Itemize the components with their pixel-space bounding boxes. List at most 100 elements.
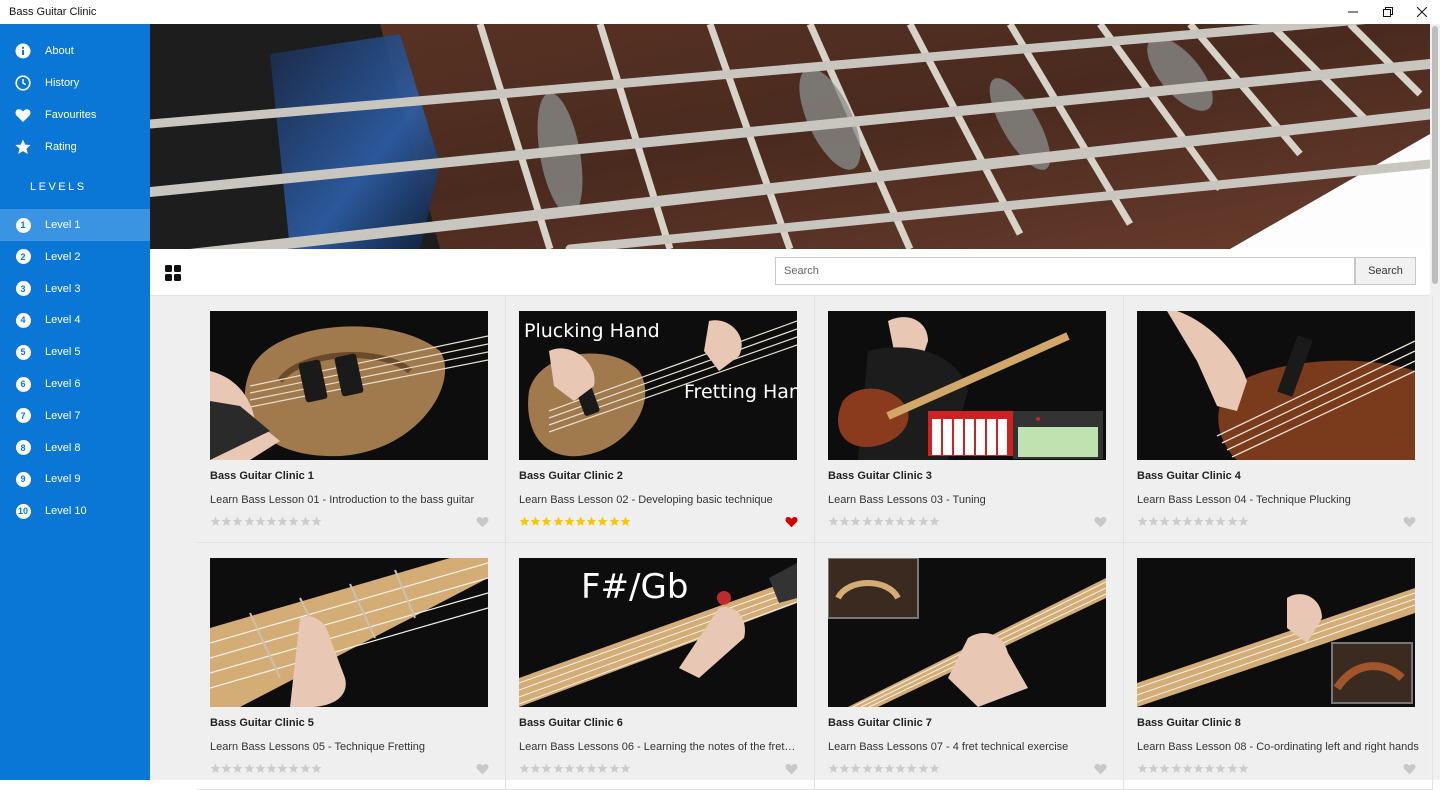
- favourite-heart-icon[interactable]: [476, 516, 489, 528]
- lesson-thumbnail[interactable]: [1137, 311, 1415, 460]
- star-icon[interactable]: [929, 515, 940, 527]
- favourite-heart-icon[interactable]: [785, 516, 798, 528]
- star-icon[interactable]: [575, 762, 586, 774]
- star-icon[interactable]: [564, 762, 575, 774]
- star-icon[interactable]: [862, 515, 873, 527]
- star-icon[interactable]: [244, 762, 255, 774]
- star-icon[interactable]: [1227, 762, 1238, 774]
- star-icon[interactable]: [1182, 515, 1193, 527]
- star-icon[interactable]: [862, 762, 873, 774]
- star-icon[interactable]: [597, 515, 608, 527]
- star-icon[interactable]: [1137, 762, 1148, 774]
- star-icon[interactable]: [277, 762, 288, 774]
- star-icon[interactable]: [839, 762, 850, 774]
- favourite-heart-icon[interactable]: [1094, 516, 1107, 528]
- lesson-thumbnail[interactable]: [1137, 558, 1415, 707]
- lesson-thumbnail[interactable]: F#/Gb: [519, 558, 797, 707]
- star-icon[interactable]: [873, 515, 884, 527]
- star-icon[interactable]: [530, 515, 541, 527]
- restore-button[interactable]: [1371, 0, 1405, 24]
- star-icon[interactable]: [1238, 515, 1249, 527]
- lesson-card[interactable]: F#/Gb Bass Guitar Clinic 6 Learn Bass Le…: [506, 543, 815, 790]
- favourite-heart-icon[interactable]: [476, 763, 489, 775]
- star-icon[interactable]: [609, 515, 620, 527]
- star-icon[interactable]: [1137, 515, 1148, 527]
- star-icon[interactable]: [266, 515, 277, 527]
- rating-stars[interactable]: [519, 762, 631, 775]
- star-icon[interactable]: [828, 762, 839, 774]
- lesson-thumbnail[interactable]: [210, 311, 488, 460]
- star-icon[interactable]: [221, 515, 232, 527]
- sidebar-item-favourites[interactable]: Favourites: [0, 99, 150, 131]
- star-icon[interactable]: [884, 762, 895, 774]
- star-icon[interactable]: [300, 515, 311, 527]
- star-icon[interactable]: [575, 515, 586, 527]
- grid-view-icon[interactable]: [165, 265, 181, 281]
- lesson-card[interactable]: Plucking Hand Fretting Hand Bass Guitar …: [506, 296, 815, 543]
- lesson-card[interactable]: Bass Guitar Clinic 5 Learn Bass Lessons …: [197, 543, 506, 790]
- star-icon[interactable]: [906, 762, 917, 774]
- star-icon[interactable]: [828, 515, 839, 527]
- star-icon[interactable]: [530, 762, 541, 774]
- rating-stars[interactable]: [828, 762, 940, 775]
- star-icon[interactable]: [895, 515, 906, 527]
- star-icon[interactable]: [609, 762, 620, 774]
- star-icon[interactable]: [1215, 762, 1226, 774]
- sidebar-item-level-5[interactable]: 5 Level 5: [0, 336, 150, 368]
- favourite-heart-icon[interactable]: [785, 763, 798, 775]
- star-icon[interactable]: [873, 762, 884, 774]
- star-icon[interactable]: [288, 515, 299, 527]
- star-icon[interactable]: [1215, 515, 1226, 527]
- star-icon[interactable]: [1182, 762, 1193, 774]
- lesson-thumbnail[interactable]: [828, 558, 1106, 707]
- star-icon[interactable]: [288, 762, 299, 774]
- favourite-heart-icon[interactable]: [1094, 763, 1107, 775]
- close-button[interactable]: [1405, 0, 1439, 24]
- star-icon[interactable]: [541, 762, 552, 774]
- star-icon[interactable]: [586, 515, 597, 527]
- star-icon[interactable]: [221, 762, 232, 774]
- star-icon[interactable]: [1171, 762, 1182, 774]
- star-icon[interactable]: [597, 762, 608, 774]
- sidebar-item-level-3[interactable]: 3 Level 3: [0, 273, 150, 305]
- star-icon[interactable]: [586, 762, 597, 774]
- star-icon[interactable]: [884, 515, 895, 527]
- star-icon[interactable]: [850, 515, 861, 527]
- star-icon[interactable]: [1193, 762, 1204, 774]
- lesson-card[interactable]: Bass Guitar Clinic 1 Learn Bass Lesson 0…: [197, 296, 506, 543]
- rating-stars[interactable]: [210, 762, 322, 775]
- star-icon[interactable]: [1238, 762, 1249, 774]
- rating-stars[interactable]: [210, 515, 322, 528]
- star-icon[interactable]: [564, 515, 575, 527]
- star-icon[interactable]: [311, 762, 322, 774]
- sidebar-item-level-6[interactable]: 6 Level 6: [0, 368, 150, 400]
- search-input[interactable]: [775, 257, 1355, 285]
- sidebar-item-rating[interactable]: Rating: [0, 131, 150, 163]
- scrollbar-thumb[interactable]: [1432, 26, 1438, 284]
- star-icon[interactable]: [1204, 515, 1215, 527]
- star-icon[interactable]: [839, 515, 850, 527]
- lesson-thumbnail[interactable]: [828, 311, 1106, 460]
- star-icon[interactable]: [277, 515, 288, 527]
- star-icon[interactable]: [232, 762, 243, 774]
- star-icon[interactable]: [1159, 762, 1170, 774]
- star-icon[interactable]: [266, 762, 277, 774]
- lesson-card[interactable]: Bass Guitar Clinic 4 Learn Bass Lesson 0…: [1124, 296, 1433, 543]
- star-icon[interactable]: [255, 515, 266, 527]
- sidebar-item-level-10[interactable]: 10 Level 10: [0, 495, 150, 527]
- sidebar-item-level-2[interactable]: 2 Level 2: [0, 241, 150, 273]
- star-icon[interactable]: [1159, 515, 1170, 527]
- star-icon[interactable]: [541, 515, 552, 527]
- minimize-button[interactable]: [1336, 0, 1370, 24]
- star-icon[interactable]: [1204, 762, 1215, 774]
- rating-stars[interactable]: [1137, 762, 1249, 775]
- rating-stars[interactable]: [519, 515, 631, 528]
- lesson-card[interactable]: Bass Guitar Clinic 8 Learn Bass Lesson 0…: [1124, 543, 1433, 790]
- star-icon[interactable]: [553, 515, 564, 527]
- rating-stars[interactable]: [828, 515, 940, 528]
- star-icon[interactable]: [620, 515, 631, 527]
- star-icon[interactable]: [1227, 515, 1238, 527]
- star-icon[interactable]: [906, 515, 917, 527]
- search-button[interactable]: Search: [1355, 257, 1416, 285]
- star-icon[interactable]: [1148, 515, 1159, 527]
